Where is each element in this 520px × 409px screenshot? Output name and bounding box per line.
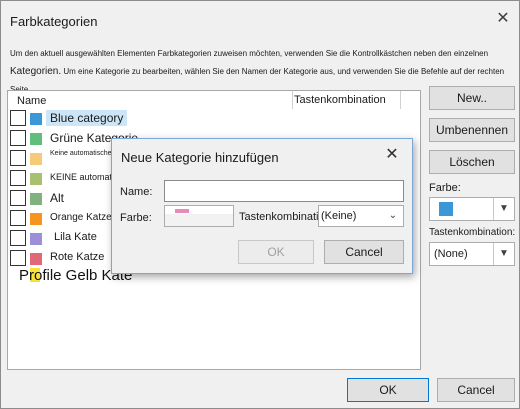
category-label[interactable]: Lila Kate	[54, 231, 97, 243]
selected-color-swatch	[175, 209, 189, 213]
category-color-swatch	[30, 253, 42, 265]
dialog-ok-button[interactable]: OK	[238, 240, 314, 264]
close-icon[interactable]: ✕	[493, 9, 513, 29]
category-checkbox[interactable]	[10, 110, 26, 126]
name-label: Name:	[120, 186, 153, 198]
instructions-line-1: Um den aktuell ausgewählten Elementen Fa…	[10, 49, 489, 58]
dialog-title: Neue Kategorie hinzufügen	[121, 150, 279, 165]
category-color-swatch	[30, 133, 42, 145]
category-color-swatch	[30, 113, 42, 125]
column-divider	[292, 91, 293, 109]
category-color-swatch	[30, 173, 42, 185]
category-color-swatch	[30, 213, 42, 225]
category-checkbox[interactable]	[10, 170, 26, 186]
new-button[interactable]: New..	[429, 86, 515, 110]
color-picker-fill	[165, 214, 233, 226]
category-color-swatch	[30, 233, 42, 245]
color-label: Farbe:	[429, 182, 461, 194]
list-item[interactable]: Blue category	[8, 109, 418, 129]
category-checkbox[interactable]	[10, 150, 26, 166]
chevron-down-icon[interactable]: ▼	[493, 198, 514, 220]
chevron-down-icon[interactable]: ▼	[493, 243, 514, 265]
chevron-down-icon[interactable]: ⌄	[383, 206, 403, 226]
delete-button[interactable]: Löschen	[429, 150, 515, 174]
dialog-color-label: Farbe:	[120, 212, 152, 224]
category-label[interactable]: Blue category	[46, 110, 128, 126]
color-categories-window: Farbkategorien ✕ Um den aktuell ausgewäh…	[0, 0, 520, 409]
window-title: Farbkategorien	[10, 14, 98, 29]
column-header-name[interactable]: Name	[17, 95, 46, 107]
category-checkbox[interactable]	[10, 250, 26, 266]
category-checkbox[interactable]	[10, 130, 26, 146]
category-label[interactable]: Orange Katze	[50, 212, 112, 223]
color-picker[interactable]: ▼	[429, 197, 515, 221]
column-divider	[400, 91, 401, 109]
shortcut-select-value: (None)	[434, 248, 468, 260]
rename-button[interactable]: Umbenennen	[429, 118, 515, 142]
name-input[interactable]	[164, 180, 404, 202]
category-label[interactable]: Alt	[50, 191, 64, 205]
shortcut-label: Tastenkombination:	[429, 227, 516, 238]
shortcut-select[interactable]: (None) ▼	[429, 242, 515, 266]
dialog-color-picker[interactable]	[164, 205, 234, 227]
category-checkbox[interactable]	[10, 210, 26, 226]
selected-color-swatch	[439, 202, 453, 216]
dialog-shortcut-select[interactable]: (Keine) ⌄	[318, 205, 404, 227]
category-label[interactable]: Rote Katze	[50, 251, 104, 263]
dialog-shortcut-select-value: (Keine)	[321, 210, 357, 222]
dialog-cancel-button[interactable]: Cancel	[324, 240, 404, 264]
column-header-shortcut[interactable]: Tastenkombination	[294, 94, 386, 106]
category-checkbox[interactable]	[10, 230, 26, 246]
ok-button[interactable]: OK	[347, 378, 429, 402]
close-icon[interactable]: ✕	[382, 145, 402, 165]
category-color-swatch	[30, 153, 42, 165]
category-color-swatch	[30, 193, 42, 205]
cancel-button[interactable]: Cancel	[437, 378, 515, 402]
new-category-dialog: Neue Kategorie hinzufügen ✕ Name: Farbe:…	[111, 138, 413, 274]
category-checkbox[interactable]	[10, 190, 26, 206]
instructions-line-2-start: Kategorien.	[10, 66, 62, 77]
